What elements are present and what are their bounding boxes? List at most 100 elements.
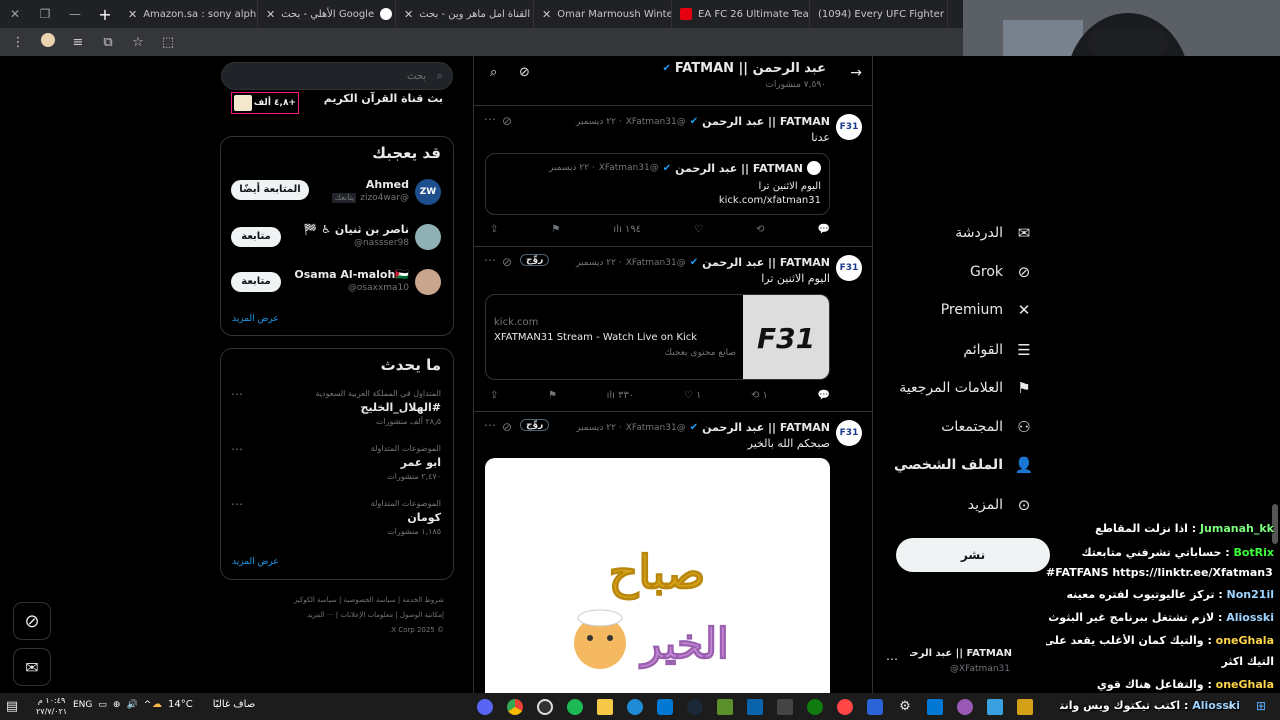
start-button[interactable]: ⊞ [1256,699,1266,713]
notification-icon[interactable]: ▤ [0,693,24,720]
vscode-app-icon[interactable] [650,693,680,720]
search-box[interactable]: ⌕ [221,62,453,90]
more-options-icon[interactable]: ⋯ [484,112,496,126]
back-arrow-icon[interactable]: → [850,65,862,81]
settings-app-icon[interactable]: ⚙ [890,693,920,720]
ea-app-icon[interactable] [830,693,860,720]
minimize-window-icon[interactable]: — [60,7,90,21]
browser-tab[interactable]: ✕ Omar Marmoush Winter [534,0,672,28]
follow-back-button[interactable]: المتابعة أيضًا [231,180,309,200]
edge-app-icon[interactable] [620,693,650,720]
nav-item-grok[interactable]: Grok ⊘ [970,263,1035,281]
tune-icon[interactable]: ≡ [70,35,86,50]
repost-icon[interactable]: ⟲ [756,224,764,235]
close-window-icon[interactable]: ✕ [0,7,30,21]
more-options-icon[interactable]: ⋯ [484,253,496,267]
tab-close-icon[interactable]: ✕ [404,8,413,21]
more-options-icon[interactable]: ⋯ [231,442,243,456]
profile-avatar-icon[interactable] [40,33,56,51]
new-tab-button[interactable]: + [90,5,120,24]
restore-window-icon[interactable]: ❐ [30,7,60,21]
footer-link[interactable]: إمكانية الوصول [400,611,444,619]
grok-icon[interactable]: ⊘ [502,255,512,269]
tweet[interactable]: F31 FATMAN || عبد الرحمن ✔ @XFatman31 · … [474,412,872,693]
obs-app-icon[interactable] [530,693,560,720]
weather-widget[interactable]: ☁ 14°C صاف غالبًا [152,699,255,710]
tweet[interactable]: F31 FATMAN || عبد الرحمن ✔ @XFatman31 · … [474,247,872,412]
show-more-link[interactable]: عرض المزيد [232,557,279,567]
views-stat[interactable]: ılı ١٩٤ [613,224,641,235]
store-app-icon[interactable] [920,693,950,720]
share-icon[interactable]: ⇪ [490,390,498,401]
display-icon[interactable]: ▭ [98,700,107,710]
footer-link[interactable]: سياسة الكوكيز [294,596,337,604]
file-explorer-icon[interactable] [590,693,620,720]
follow-button[interactable]: متابعة [231,272,281,292]
tweet-image[interactable]: صباح الخير [485,458,830,693]
follow-suggestion[interactable]: ZW Ahmed @zizo4war يتابعك المتابعة أيضًا [221,175,453,215]
more-options-icon[interactable]: ⋯ [231,387,243,401]
footer-link[interactable]: سياسة الخصوصية [344,596,396,604]
nav-item-profile[interactable]: الملف الشخصي 👤 [894,456,1035,474]
app-icon[interactable] [950,693,980,720]
nav-item-bookmarks[interactable]: العلامات المرجعية ⚑ [899,379,1035,397]
language-indicator[interactable]: ENG [73,700,92,710]
browser-tab[interactable]: ✕ Amazon.sa : sony alpha [120,0,258,28]
spotify-app-icon[interactable] [560,693,590,720]
like-icon[interactable]: ♡ [694,224,703,235]
xbox-app-icon[interactable] [800,693,830,720]
reply-icon[interactable]: 💬 [818,390,830,401]
app-icon[interactable] [860,693,890,720]
trend-item[interactable]: الموضوعات المتداولة كومان ١,١٨٥ منشورات … [221,497,453,547]
mail-app-icon[interactable] [740,693,770,720]
share-icon[interactable]: ⇪ [490,224,498,235]
app-icon[interactable] [980,693,1010,720]
messages-float-button[interactable]: ✉ [13,648,51,686]
bookmark-icon[interactable]: ⚑ [548,390,557,401]
nav-item-chat[interactable]: الدردشة ✉ [955,224,1035,242]
footer-link[interactable]: ··· المزيد [307,611,334,619]
extensions-icon[interactable]: ⧉ [100,35,116,50]
browser-tab[interactable]: ✕ القناة امل ماهر وين - بحث [396,0,534,28]
footer-link[interactable]: شروط الخدمة [402,596,444,604]
tab-close-icon[interactable]: ✕ [128,8,137,21]
more-options-icon[interactable]: ⋯ [886,652,898,666]
reply-icon[interactable]: 💬 [818,224,830,235]
browser-tab[interactable]: (1094) Every UFC Fighter [810,0,948,28]
browser-tab[interactable]: EA FC 26 Ultimate Team✕ [672,0,810,28]
browser-tab[interactable]: ✕ الأهلي - بحث Google [258,0,396,28]
like-stat[interactable]: ♡ ١ [684,390,702,401]
bookmark-star-icon[interactable]: ☆ [130,35,146,50]
clock-time[interactable]: ١٠:٤٩ م [36,695,67,706]
tray-chevron-icon[interactable]: ^ [144,700,152,710]
grok-icon[interactable]: ⊘ [502,420,512,434]
cast-icon[interactable]: ⬚ [160,35,176,50]
account-switcher[interactable]: ⋯ FATMAN || عبد الرحمن ... ✔ @XFatman31 [886,646,1046,680]
more-options-icon[interactable]: ⋯ [484,418,496,432]
repost-stat[interactable]: ⟲ ١ [751,390,768,401]
promote-button[interactable]: روِّج [520,419,550,431]
trend-item[interactable]: الموضوعات المتداولة ابو عمر ٢,٤٧٠ منشورا… [221,442,453,492]
chrome-app-icon[interactable] [500,693,530,720]
calculator-app-icon[interactable] [770,693,800,720]
nav-item-premium[interactable]: Premium ✕ [941,301,1035,319]
minecraft-app-icon[interactable] [710,693,740,720]
follow-suggestion[interactable]: ناصر بن ثنيان ♿ 🏁 @nassser98 متابعة [221,220,453,260]
more-options-icon[interactable]: ⋯ [231,497,243,511]
clock-date[interactable]: ٢٧/٧/٠٢١ [36,706,67,717]
volume-icon[interactable]: 🔊 [126,700,137,710]
nav-item-lists[interactable]: القوائم ☰ [963,341,1035,359]
grok-icon[interactable]: ⊘ [502,114,512,128]
show-more-link[interactable]: عرض المزيد [232,314,279,324]
follow-suggestion[interactable]: Osama Al-maloh🇵🇸 @osaxxma10 متابعة [221,265,453,305]
link-card[interactable]: F31 kick.com XFATMAN31 Stream - Watch Li… [485,294,830,380]
search-icon[interactable]: ⌕ [490,65,497,80]
search-input[interactable] [236,67,426,85]
grok-icon[interactable]: ⊘ [519,65,530,80]
nav-item-more[interactable]: المزيد ⊙ [968,496,1035,514]
discord-app-icon[interactable] [470,693,500,720]
network-icon[interactable]: ⊕ [113,700,121,710]
quote-tweet[interactable]: FATMAN || عبد الرحمن ✔ @XFatman31 · ٢٢ د… [485,153,830,215]
taskbar-search-icon[interactable]: ⌕ [1228,699,1234,713]
partial-trend-item[interactable]: بث قناة القرآن الكريم ٤,٨ ألف+ [221,90,453,120]
